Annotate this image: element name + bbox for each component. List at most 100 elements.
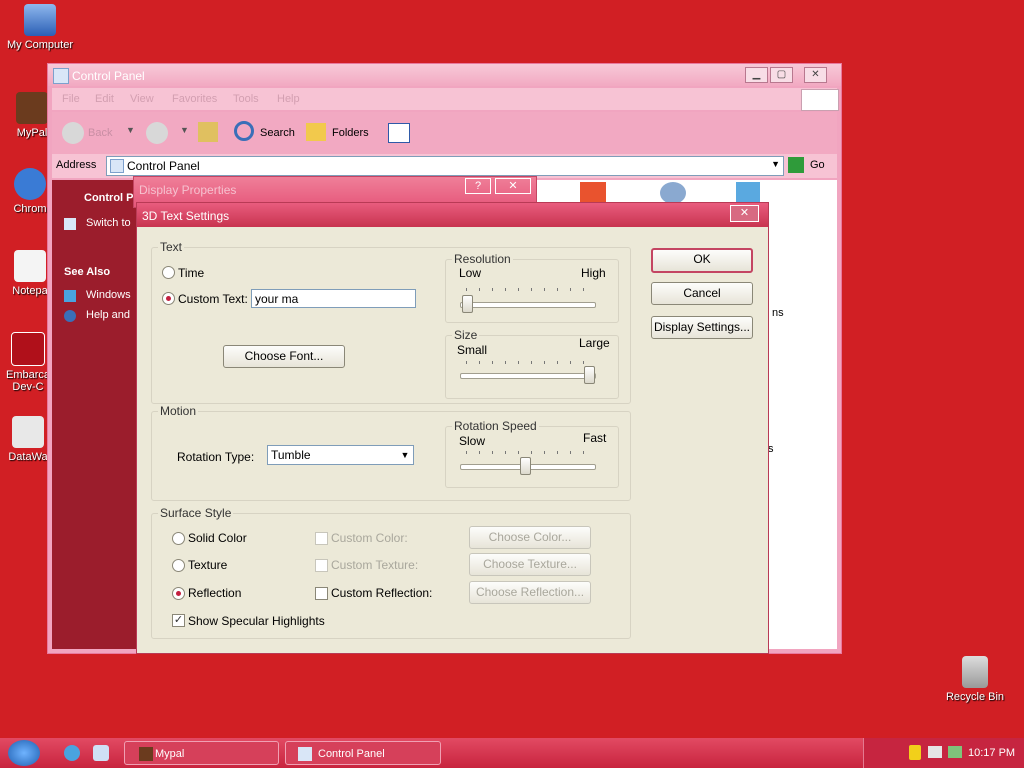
devcpp-icon [11,332,45,366]
dialog-close-button[interactable]: ✕ [730,205,759,222]
texture-label[interactable]: Texture [188,558,227,572]
menu-bar: File Edit View Favorites Tools Help [52,88,839,111]
window-title: Control Panel [72,69,145,83]
switch-view-icon[interactable] [64,218,76,230]
help-button[interactable]: ? [465,178,491,194]
taskbar-item-label: Control Panel [318,748,385,760]
minimize-button[interactable]: ▁ [745,67,768,83]
rotation-speed-fast-label: Fast [583,431,607,445]
close-button[interactable]: ✕ [804,67,827,83]
size-slider[interactable] [460,373,596,379]
choose-texture-button[interactable]: Choose Texture... [469,553,591,576]
taskbar-item-mypal[interactable]: Mypal [124,741,279,765]
mypal-icon [16,92,48,124]
resolution-label: Resolution [452,252,513,266]
menu-help[interactable]: Help [277,93,300,105]
reflection-radio[interactable] [172,587,185,600]
custom-text-radio[interactable] [162,292,175,305]
display-settings-button[interactable]: Display Settings... [651,316,753,339]
rotation-type-label: Rotation Type: [177,450,255,464]
close-button[interactable]: ✕ [495,178,531,194]
texture-radio[interactable] [172,559,185,572]
rotation-type-select[interactable]: Tumble ▼ [267,445,414,465]
views-icon[interactable] [388,123,410,143]
size-slider-thumb[interactable] [584,366,595,384]
see-also-link-help[interactable]: Help and [86,309,130,321]
resolution-slider-thumb[interactable] [462,295,473,313]
clock[interactable]: 10:17 PM [968,747,1015,759]
rotation-speed-slider-thumb[interactable] [520,457,531,475]
choose-color-button[interactable]: Choose Color... [469,526,591,549]
custom-text-input[interactable]: your ma [251,289,416,308]
chrome-icon [14,168,46,200]
display-properties-title: Display Properties [139,183,237,197]
forward-dropdown-icon[interactable]: ▼ [180,125,189,135]
ie-icon[interactable] [64,745,80,761]
see-also-link-windows[interactable]: Windows [86,289,131,301]
control-panel-icon [298,747,312,761]
taskbar-item-control-panel[interactable]: Control Panel [285,741,441,765]
surface-style-label: Surface Style [158,506,234,520]
address-label: Address [56,159,97,171]
cp-applet-icon[interactable] [580,182,606,204]
back-arrow-icon[interactable] [62,122,84,144]
custom-texture-checkbox[interactable] [315,559,328,572]
control-panel-icon [53,68,69,84]
datawa-icon [12,416,44,448]
solid-color-radio[interactable] [172,532,185,545]
choose-reflection-button[interactable]: Choose Reflection... [469,581,591,604]
control-panel-small-icon [110,159,124,173]
maximize-button[interactable]: ▢ [770,67,793,83]
choose-font-button[interactable]: Choose Font... [223,345,345,368]
time-label[interactable]: Time [178,266,204,280]
show-specular-label[interactable]: Show Specular Highlights [188,614,325,628]
up-folder-icon[interactable] [198,122,218,142]
network-icon[interactable] [928,746,942,758]
back-dropdown-icon[interactable]: ▼ [126,125,135,135]
quicklaunch-icon[interactable] [93,745,109,761]
address-dropdown-icon[interactable]: ▼ [771,159,780,169]
switch-view-link[interactable]: Switch to [86,217,131,229]
see-also-heading: See Also [64,266,111,278]
go-button-label[interactable]: Go [810,159,825,171]
folders-icon[interactable] [306,123,326,141]
forward-arrow-icon[interactable] [146,122,168,144]
custom-reflection-label[interactable]: Custom Reflection: [331,586,432,600]
menu-file[interactable]: File [62,93,80,105]
help-icon [64,310,76,322]
solid-color-label[interactable]: Solid Color [188,531,247,545]
back-button-label[interactable]: Back [88,127,112,139]
menu-tools[interactable]: Tools [233,93,259,105]
safely-remove-icon[interactable] [948,746,962,758]
cp-applet-icon[interactable] [660,182,686,204]
security-shield-icon[interactable] [909,745,921,760]
custom-reflection-checkbox[interactable] [315,587,328,600]
cancel-button[interactable]: Cancel [651,282,753,305]
custom-color-label: Custom Color: [331,531,408,545]
time-radio[interactable] [162,266,175,279]
ok-button[interactable]: OK [651,248,753,273]
desktop-icon-my-computer[interactable]: My Computer [0,4,80,51]
search-icon[interactable] [234,121,254,141]
menu-view[interactable]: View [130,93,154,105]
search-button-label[interactable]: Search [260,127,295,139]
title-bar[interactable]: Control Panel ▁ ▢ ✕ [48,64,841,86]
address-input[interactable]: Control Panel ▼ [106,156,784,176]
dialog-title-bar[interactable]: 3D Text Settings ✕ [137,203,768,227]
custom-text-label[interactable]: Custom Text: [178,292,248,306]
custom-color-checkbox[interactable] [315,532,328,545]
chevron-down-icon[interactable]: ▼ [397,446,413,464]
address-value: Control Panel [127,159,200,173]
show-specular-checkbox[interactable]: ✓ [172,614,185,627]
desktop-icon-recycle-bin[interactable]: Recycle Bin [935,656,1015,703]
resolution-low-label: Low [459,266,482,280]
folders-button-label[interactable]: Folders [332,127,369,139]
desktop-icon-label: Recycle Bin [945,691,1005,703]
menu-edit[interactable]: Edit [95,93,114,105]
go-arrow-icon[interactable] [788,157,804,173]
resolution-slider[interactable] [460,302,596,308]
reflection-label[interactable]: Reflection [188,586,241,600]
cp-applet-icon[interactable] [736,182,760,204]
menu-favorites[interactable]: Favorites [172,93,217,105]
start-button[interactable] [8,740,40,766]
